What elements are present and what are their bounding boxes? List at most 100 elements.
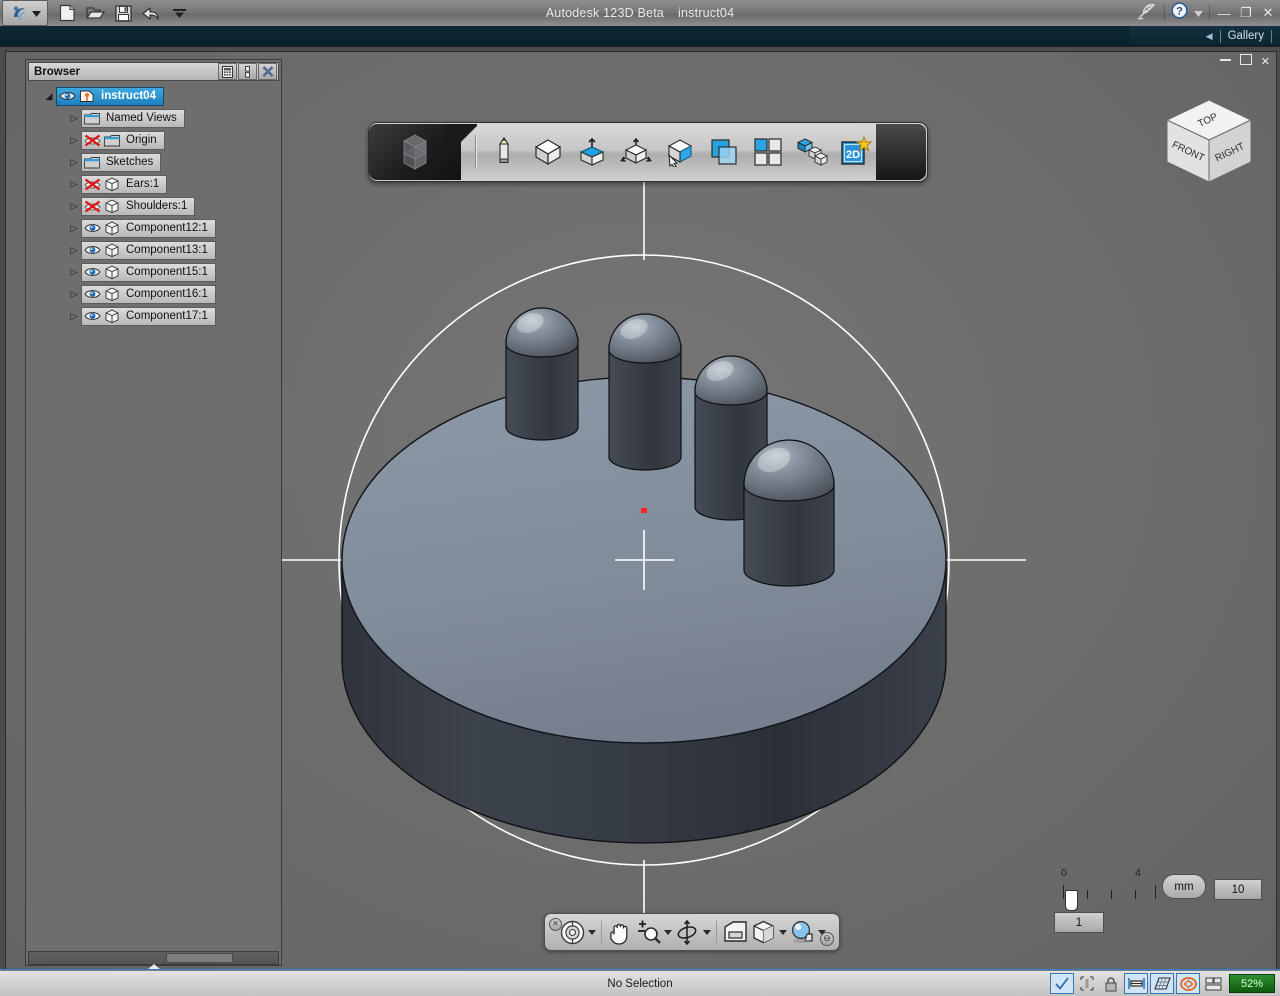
satellite-dish-button[interactable] [1137,1,1158,25]
document-close-button[interactable]: ✕ [1261,55,1270,68]
construct-tool[interactable] [575,135,609,169]
tree-expand-arrow-icon[interactable]: ▷ [67,113,81,124]
chevron-down-icon[interactable] [703,930,711,935]
tree-node-chip[interactable]: Shoulders:1 [81,197,195,216]
undo-button[interactable] [142,4,161,23]
chevron-down-icon[interactable] [779,930,787,935]
zoom-tool[interactable] [635,919,661,945]
navbar-pin-button[interactable]: ⊖ [820,932,834,946]
tree-node-chip[interactable]: Component12:1 [81,219,216,238]
tree-node-chip[interactable]: Component13:1 [81,241,216,260]
cube-extrude-icon [577,136,607,168]
navbar-close-button[interactable]: ✕ [549,918,562,931]
browser-options-button[interactable] [238,63,257,80]
unit-selector-button[interactable]: mm [1162,874,1206,899]
browser-close-button[interactable] [258,63,277,80]
origin-marker [641,508,647,513]
layout-toggle[interactable] [1202,974,1224,993]
selection-filter[interactable] [1076,974,1098,993]
tree-expand-arrow-icon[interactable]: ▷ [67,289,81,300]
material-tool[interactable] [751,135,785,169]
new-document-button[interactable] [58,4,77,23]
modify-tool[interactable] [619,135,653,169]
cube-assembly-logo-icon [393,132,437,172]
document-restore-button[interactable] [1240,54,1252,68]
chevron-down-icon[interactable] [664,930,672,935]
document-minimize-button[interactable] [1220,55,1231,67]
tree-expand-arrow-icon[interactable]: ▷ [67,223,81,234]
scrollbar-thumb[interactable] [166,953,233,963]
tree-node-shoulders-1[interactable]: ▷Shoulders:1 [28,195,279,217]
application-menu-button[interactable] [2,0,48,26]
tree-node-component15-1[interactable]: ▷Component15:1 [28,261,279,283]
view-cube[interactable]: TOP FRONT RIGHT [1154,92,1264,192]
orbit-tool[interactable] [674,919,700,945]
tree-node-chip[interactable]: Component16:1 [81,285,216,304]
window-restore-button[interactable]: ❐ [1238,5,1254,21]
tree-node-chip[interactable]: Sketches [81,153,161,172]
tree-expand-arrow-icon[interactable]: ◢ [42,91,56,102]
toolbar-end-cap[interactable] [876,124,926,180]
tree-node-chip[interactable]: Ears:1 [81,175,167,194]
display-style-tool[interactable] [750,919,776,945]
collapse-arrow-icon[interactable]: ◀ [1206,31,1213,42]
tree-expand-arrow-icon[interactable]: ▷ [67,201,81,212]
view-cube-icon[interactable]: TOP FRONT RIGHT [1154,92,1264,192]
gallery-tab[interactable]: ◀ Gallery [1206,26,1272,46]
window-minimize-button[interactable]: — [1216,6,1232,21]
zoom-level-badge[interactable]: 52% [1229,974,1275,993]
toolbar-items: 2D [461,135,917,169]
lock-toggle[interactable] [1100,974,1122,993]
pan-tool[interactable] [607,919,633,945]
scale-slider-handle[interactable] [1065,890,1078,911]
tree-node-chip[interactable]: Origin [81,131,165,150]
tree-node-chip[interactable]: Named Views [81,109,185,128]
help-dropdown-button[interactable] [1194,4,1203,22]
measure-toggle[interactable] [1124,973,1148,994]
browser-properties-button[interactable] [218,63,237,80]
tree-node-ears-1[interactable]: ▷Ears:1 [28,173,279,195]
grid-spacing-box[interactable]: 10 [1214,879,1262,900]
tree-node-chip[interactable]: Component15:1 [81,263,216,282]
tree-expand-arrow-icon[interactable]: ▷ [67,311,81,322]
tree-expand-arrow-icon[interactable]: ▷ [67,267,81,278]
tree-node-component16-1[interactable]: ▷Component16:1 [28,283,279,305]
group-tool[interactable] [795,135,829,169]
tree-expand-arrow-icon[interactable]: ▷ [67,157,81,168]
tree-node-instruct04[interactable]: ◢instruct04 [28,85,279,107]
pattern-tool[interactable] [663,135,697,169]
selection-box-icon [1079,976,1095,991]
visual-style-tool[interactable] [789,919,815,945]
grid-toggle[interactable] [1150,973,1174,994]
customize-qat-button[interactable] [170,4,189,23]
help-button[interactable]: ? [1171,2,1188,24]
window-close-button[interactable]: ✕ [1260,5,1276,21]
loop-select-toggle[interactable] [1176,973,1200,994]
tree-node-sketches[interactable]: ▷Sketches [28,151,279,173]
scale-value-box[interactable]: 1 [1054,912,1104,933]
drawing-2d-tool[interactable]: 2D [839,135,873,169]
toolbar-logo-cap[interactable] [369,124,461,180]
look-at-tool[interactable] [722,919,748,945]
tree-expand-arrow-icon[interactable]: ▷ [67,245,81,256]
pencil-icon [489,136,519,168]
tree-node-origin[interactable]: ▷Origin [28,129,279,151]
tree-node-component13-1[interactable]: ▷Component13:1 [28,239,279,261]
tree-node-component12-1[interactable]: ▷Component12:1 [28,217,279,239]
sketch-tool[interactable] [487,135,521,169]
tree-node-chip[interactable]: Component17:1 [81,307,216,326]
tree-node-component17-1[interactable]: ▷Component17:1 [28,305,279,327]
tree-expand-arrow-icon[interactable]: ▷ [67,135,81,146]
tree-node-named-views[interactable]: ▷Named Views [28,107,279,129]
tree-expand-arrow-icon[interactable]: ▷ [67,179,81,190]
save-document-button[interactable] [114,4,133,23]
snap-toggle[interactable] [1050,973,1074,994]
primitives-tool[interactable] [531,135,565,169]
steering-wheel-tool[interactable] [559,919,585,945]
tree-node-chip[interactable]: instruct04 [56,87,164,106]
browser-tree-body[interactable]: ◢instruct04▷Named Views▷Origin▷Sketches▷… [28,82,279,951]
chevron-down-icon[interactable] [588,930,596,935]
combine-tool[interactable] [707,135,741,169]
open-document-button[interactable] [86,4,105,23]
browser-horizontal-scrollbar[interactable] [28,951,279,965]
